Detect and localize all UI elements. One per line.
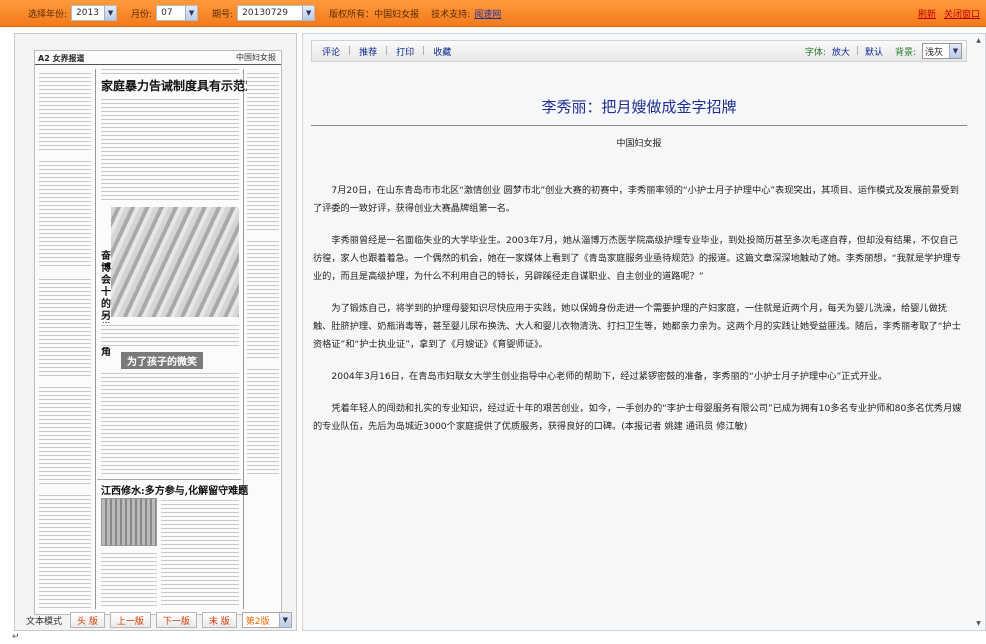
comment-link[interactable]: 评论: [322, 45, 340, 58]
text-mode-label[interactable]: 文本模式: [26, 614, 62, 627]
support-label: 技术支持:: [431, 9, 471, 20]
text-block: [39, 71, 91, 151]
print-link[interactable]: 打印: [396, 45, 414, 58]
text-block: [39, 493, 91, 608]
chevron-down-icon: ▼: [185, 6, 198, 20]
issue-value: 20130729: [242, 8, 288, 18]
newspaper-thumbnail: [101, 498, 157, 546]
issue-label: 期号:: [212, 9, 234, 20]
article-paragraph: 7月20日，在山东青岛市市北区“激情创业 圆梦市北”创业大赛的初赛中，李秀丽率领…: [313, 185, 959, 214]
issue-select[interactable]: 20130729 ▼: [237, 5, 316, 21]
page-navigation: 文本模式 头 版 上一版 下一版 末 版 第2版 ▼: [14, 609, 297, 631]
column-divider: [95, 69, 96, 609]
page-select-value: 第2版: [245, 616, 270, 627]
text-block: [247, 71, 279, 231]
background-label: 背景:: [894, 47, 916, 58]
article-title: 李秀丽：把月嫂做成金字招牌: [541, 98, 737, 116]
article-source: 中国妇女报: [616, 139, 662, 149]
month-value: 07: [161, 8, 173, 18]
first-page-button[interactable]: 头 版: [70, 612, 105, 628]
paragraph-mark-icon: ↵: [12, 632, 20, 642]
text-block: [101, 371, 239, 476]
article-paragraph: 为了锻炼自己，将学到的护理母婴知识尽快应用于实践，她以保姆身份走进一个需要护理的…: [313, 303, 961, 350]
chevron-down-icon: ▼: [278, 613, 291, 627]
text-block: [247, 239, 279, 359]
text-block: [161, 498, 239, 608]
article-paragraph: 凭着年轻人的闯劲和扎实的专业知识，经过近十年的艰苦创业，如今，一手创办的“李护士…: [313, 403, 962, 432]
text-block: [39, 385, 91, 485]
separator: |: [855, 46, 859, 56]
text-block: [101, 323, 239, 347]
year-value: 2013: [76, 8, 99, 18]
chevron-down-icon: ▼: [104, 6, 117, 20]
text-block: [101, 97, 239, 201]
month-select[interactable]: 07 ▼: [156, 5, 199, 21]
chevron-down-icon: ▼: [949, 44, 961, 58]
newspaper-panel: A2 女界报道 中国妇女报 家庭暴力告诫制度具有示范意义 奋博会十的另类主角 为…: [14, 33, 297, 631]
bottom-headline: 江西修水:多方参与,化解留守难题: [101, 486, 249, 497]
next-page-button[interactable]: 下一版: [155, 612, 197, 628]
separator: |: [385, 46, 389, 56]
mid-headline: 为了孩子的微笑: [121, 352, 203, 369]
refresh-link[interactable]: 刷新: [918, 7, 936, 20]
text-block: [39, 159, 91, 269]
vertical-scrollbar[interactable]: ▲ ▼: [974, 36, 983, 628]
page-number: A2 女界报道: [38, 54, 85, 63]
text-block: [101, 551, 157, 608]
text-block: [247, 367, 279, 477]
month-label: 月份:: [131, 9, 153, 20]
title-divider: [311, 125, 967, 126]
page-select[interactable]: 第2版 ▼: [241, 612, 292, 628]
masthead: 中国妇女报: [236, 53, 276, 62]
text-block: [39, 277, 91, 377]
lead-headline: 家庭暴力告诫制度具有示范意义: [101, 79, 270, 93]
newspaper-photo: [111, 207, 239, 317]
background-value: 浅灰: [925, 47, 944, 58]
article-panel: 评论 | 推荐 | 打印 | 收藏 字体: 放大 | 默认 背景: 浅灰 ▼ 李…: [302, 33, 986, 631]
article-toolbar: 评论 | 推荐 | 打印 | 收藏 字体: 放大 | 默认 背景: 浅灰 ▼: [311, 40, 967, 62]
background-select[interactable]: 浅灰 ▼: [922, 43, 962, 59]
divider-line: [97, 479, 241, 480]
font-enlarge-link[interactable]: 放大: [832, 45, 850, 58]
favorite-link[interactable]: 收藏: [433, 45, 451, 58]
font-default-link[interactable]: 默认: [865, 45, 883, 58]
column-divider: [243, 69, 244, 609]
article-paragraph: 李秀丽曾经是一名面临失业的大学毕业生。2003年7月，她从淄博万杰医学院高级护理…: [313, 235, 961, 282]
scroll-up-icon[interactable]: ▲: [974, 36, 983, 45]
separator: |: [348, 46, 352, 56]
support-link[interactable]: 阅速网: [474, 7, 501, 20]
year-label: 选择年份:: [28, 9, 68, 20]
article-paragraph: 2004年3月16日，在青岛市妇联女大学生创业指导中心老师的帮助下，经过紧锣密鼓…: [331, 371, 888, 382]
font-label: 字体:: [804, 47, 826, 58]
chevron-down-icon: ▼: [302, 6, 315, 20]
year-select[interactable]: 2013 ▼: [71, 5, 118, 21]
window-actions: 刷新 关闭窗口: [918, 7, 980, 20]
prev-page-button[interactable]: 上一版: [109, 612, 151, 628]
kicker-line: [101, 67, 239, 75]
close-window-link[interactable]: 关闭窗口: [944, 7, 980, 20]
separator: |: [422, 46, 426, 56]
recommend-link[interactable]: 推荐: [359, 45, 377, 58]
display-options: 字体: 放大 | 默认 背景: 浅灰 ▼: [805, 43, 962, 59]
scroll-down-icon[interactable]: ▼: [974, 619, 983, 628]
article-body: 7月20日，在山东青岛市市北区“激情创业 圆梦市北”创业大赛的初赛中，李秀丽率领…: [311, 182, 967, 450]
copyright-text: 版权所有：中国妇女报: [329, 9, 420, 20]
last-page-button[interactable]: 末 版: [201, 612, 237, 628]
top-bar: 选择年份: 2013 ▼ 月份: 07 ▼ 期号: 20130729 ▼ 版权所…: [0, 0, 986, 27]
newspaper-page-image[interactable]: A2 女界报道 中国妇女报 家庭暴力告诫制度具有示范意义 奋博会十的另类主角 为…: [34, 50, 282, 615]
